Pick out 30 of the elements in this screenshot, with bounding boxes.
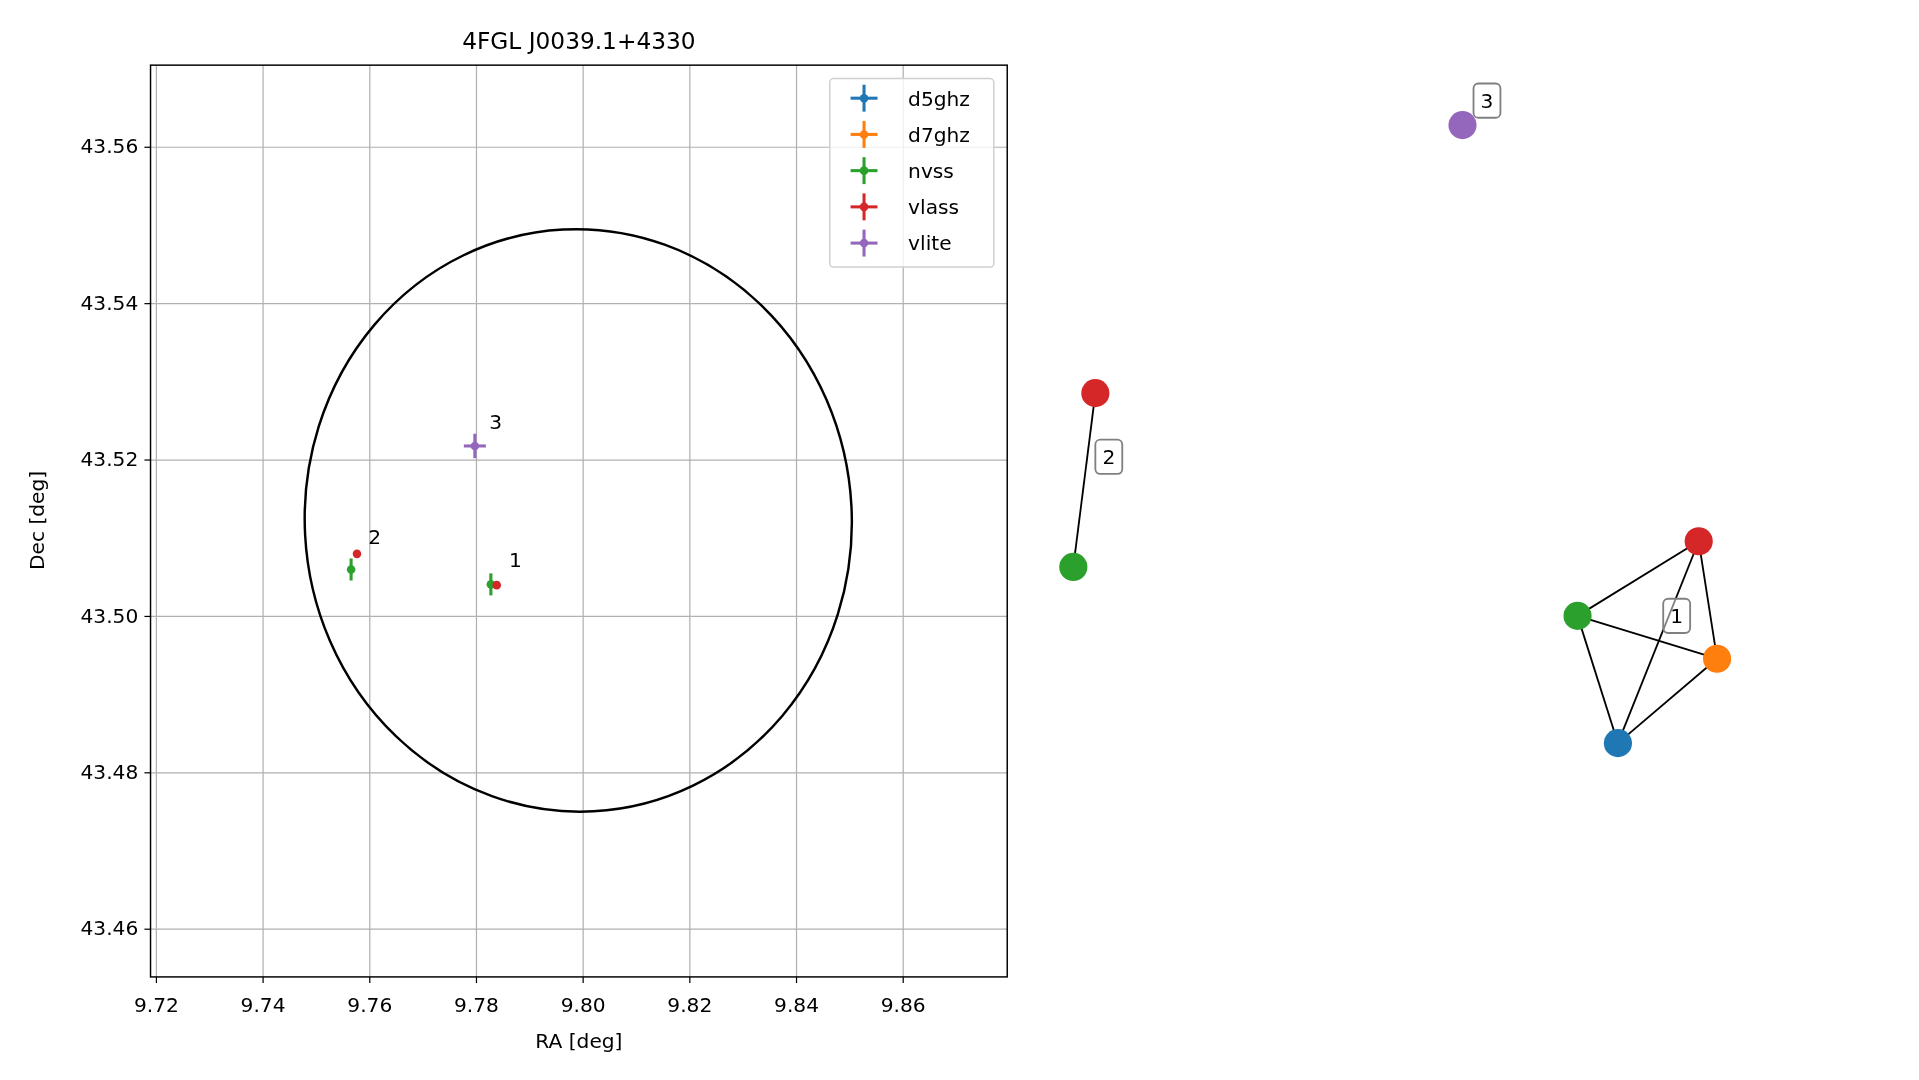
legend-label: vlite [908,231,952,256]
legend-label: vlass [908,195,960,220]
point-label: 3 [489,409,503,434]
x-tick-label: 9.78 [454,993,499,1018]
y-tick-label: 43.56 [80,134,139,159]
x-tick-label: 9.74 [240,993,286,1018]
y-tick-label: 43.48 [80,759,139,784]
data-point [463,433,486,459]
x-tick-label: 9.76 [347,993,393,1018]
point [470,441,480,451]
x-tick-label: 9.72 [133,993,179,1018]
x-axis-label: RA [deg] [535,1028,623,1053]
y-tick-label: 43.50 [80,603,139,628]
y-axis-label: Dec [deg] [25,470,50,571]
point-label: 1 [509,548,522,573]
legend-label: nvss [908,159,954,183]
x-tick-label: 9.84 [774,993,819,1018]
cluster-label: 2 [1094,438,1124,475]
y-tick-label: 43.52 [80,447,139,472]
y-tick-label: 43.46 [80,916,139,941]
x-tick-label: 9.80 [560,993,606,1018]
x-tick-label: 9.82 [667,993,713,1018]
x-tick-label: 9.86 [880,993,926,1018]
y-tick-label: 43.54 [80,290,139,315]
chart-title: 4FGL J0039.1+4330 [462,27,696,55]
legend-label: d5ghz [908,86,970,111]
legend-label: d7ghz [908,122,970,147]
cluster-label: 3 [1472,82,1502,119]
cluster-label: 1 [1662,597,1692,634]
point-label: 2 [368,524,382,549]
